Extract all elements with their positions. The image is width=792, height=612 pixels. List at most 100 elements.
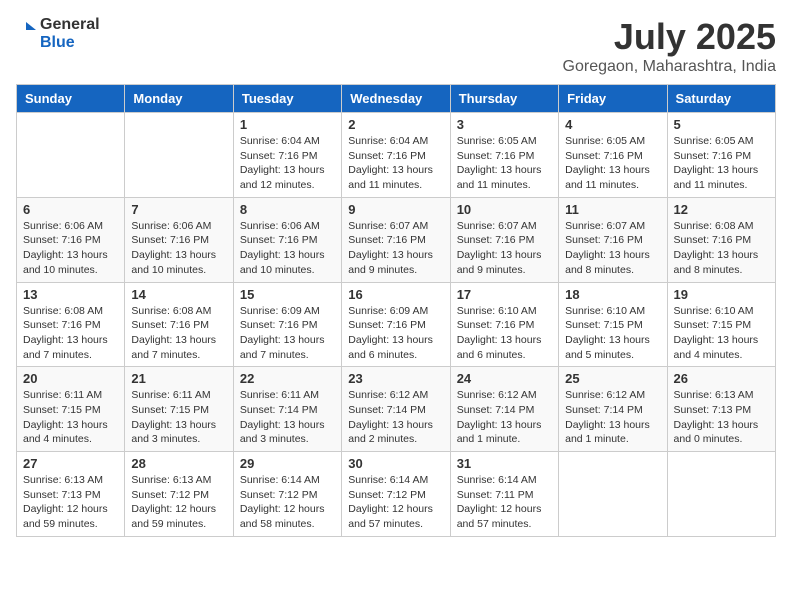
day-info: Sunrise: 6:05 AM Sunset: 7:16 PM Dayligh…: [565, 134, 660, 193]
calendar-week-row: 27 Sunrise: 6:13 AM Sunset: 7:13 PM Dayli…: [17, 452, 776, 537]
day-info: Sunrise: 6:11 AM Sunset: 7:14 PM Dayligh…: [240, 388, 335, 447]
day-info: Sunrise: 6:09 AM Sunset: 7:16 PM Dayligh…: [240, 304, 335, 363]
weekday-header: Sunday: [17, 85, 125, 113]
day-number: 5: [674, 117, 769, 132]
day-info: Sunrise: 6:12 AM Sunset: 7:14 PM Dayligh…: [565, 388, 660, 447]
calendar-cell: 27 Sunrise: 6:13 AM Sunset: 7:13 PM Dayli…: [17, 452, 125, 537]
calendar-cell: 15Sunrise: 6:09 AM Sunset: 7:16 PM Dayli…: [233, 282, 341, 367]
day-info: Sunrise: 6:11 AM Sunset: 7:15 PM Dayligh…: [131, 388, 226, 447]
day-number: 26: [674, 371, 769, 386]
calendar-cell: 12 Sunrise: 6:08 AM Sunset: 7:16 PM Dayli…: [667, 197, 775, 282]
title-area: July 2025 Goregaon, Maharashtra, India: [563, 16, 776, 76]
day-number: 6: [23, 202, 118, 217]
day-info: Sunrise: 6:12 AM Sunset: 7:14 PM Dayligh…: [457, 388, 552, 447]
calendar-cell: 18 Sunrise: 6:10 AM Sunset: 7:15 PM Dayli…: [559, 282, 667, 367]
day-number: 18: [565, 287, 660, 302]
day-number: 1: [240, 117, 335, 132]
day-info: Sunrise: 6:07 AM Sunset: 7:16 PM Dayligh…: [348, 219, 443, 278]
day-number: 4: [565, 117, 660, 132]
day-number: 12: [674, 202, 769, 217]
calendar-cell: 17 Sunrise: 6:10 AM Sunset: 7:16 PM Dayli…: [450, 282, 558, 367]
calendar-cell: 9 Sunrise: 6:07 AM Sunset: 7:16 PM Daylig…: [342, 197, 450, 282]
day-number: 31: [457, 456, 552, 471]
day-info: Sunrise: 6:14 AM Sunset: 7:12 PM Dayligh…: [240, 473, 335, 532]
weekday-header: Monday: [125, 85, 233, 113]
day-number: 30: [348, 456, 443, 471]
logo-container: General Blue: [16, 16, 100, 51]
day-info: Sunrise: 6:05 AM Sunset: 7:16 PM Dayligh…: [457, 134, 552, 193]
day-number: 13: [23, 287, 118, 302]
calendar-cell: [125, 113, 233, 198]
day-number: 27: [23, 456, 118, 471]
calendar-cell: 1 Sunrise: 6:04 AM Sunset: 7:16 PM Daylig…: [233, 113, 341, 198]
weekday-header: Thursday: [450, 85, 558, 113]
day-number: 10: [457, 202, 552, 217]
day-info: Sunrise: 6:04 AM Sunset: 7:16 PM Dayligh…: [240, 134, 335, 193]
calendar-cell: 21Sunrise: 6:11 AM Sunset: 7:15 PM Dayli…: [125, 367, 233, 452]
day-info: Sunrise: 6:14 AM Sunset: 7:12 PM Dayligh…: [348, 473, 443, 532]
header: General Blue July 2025 Goregaon, Maharas…: [16, 16, 776, 76]
calendar-cell: 8Sunrise: 6:06 AM Sunset: 7:16 PM Daylig…: [233, 197, 341, 282]
day-info: Sunrise: 6:10 AM Sunset: 7:16 PM Dayligh…: [457, 304, 552, 363]
day-number: 3: [457, 117, 552, 132]
calendar-cell: 6 Sunrise: 6:06 AM Sunset: 7:16 PM Daylig…: [17, 197, 125, 282]
location-title: Goregaon, Maharashtra, India: [563, 58, 776, 76]
calendar-cell: 31 Sunrise: 6:14 AM Sunset: 7:11 PM Dayli…: [450, 452, 558, 537]
weekday-header: Tuesday: [233, 85, 341, 113]
calendar-cell: 3 Sunrise: 6:05 AM Sunset: 7:16 PM Daylig…: [450, 113, 558, 198]
calendar-cell: [17, 113, 125, 198]
day-info: Sunrise: 6:14 AM Sunset: 7:11 PM Dayligh…: [457, 473, 552, 532]
day-number: 11: [565, 202, 660, 217]
calendar-cell: 14Sunrise: 6:08 AM Sunset: 7:16 PM Dayli…: [125, 282, 233, 367]
day-info: Sunrise: 6:05 AM Sunset: 7:16 PM Dayligh…: [674, 134, 769, 193]
day-info: Sunrise: 6:13 AM Sunset: 7:13 PM Dayligh…: [23, 473, 118, 532]
logo-blue: Blue: [40, 34, 100, 52]
day-info: Sunrise: 6:12 AM Sunset: 7:14 PM Dayligh…: [348, 388, 443, 447]
weekday-header: Saturday: [667, 85, 775, 113]
calendar: SundayMondayTuesdayWednesdayThursdayFrid…: [16, 84, 776, 537]
day-number: 24: [457, 371, 552, 386]
day-info: Sunrise: 6:04 AM Sunset: 7:16 PM Dayligh…: [348, 134, 443, 193]
day-info: Sunrise: 6:06 AM Sunset: 7:16 PM Dayligh…: [131, 219, 226, 278]
calendar-cell: 26 Sunrise: 6:13 AM Sunset: 7:13 PM Dayli…: [667, 367, 775, 452]
calendar-cell: 25 Sunrise: 6:12 AM Sunset: 7:14 PM Dayli…: [559, 367, 667, 452]
day-number: 16: [348, 287, 443, 302]
calendar-cell: 23 Sunrise: 6:12 AM Sunset: 7:14 PM Dayli…: [342, 367, 450, 452]
logo-general: General: [40, 16, 100, 34]
day-number: 19: [674, 287, 769, 302]
calendar-cell: 29 Sunrise: 6:14 AM Sunset: 7:12 PM Dayli…: [233, 452, 341, 537]
calendar-week-row: 1 Sunrise: 6:04 AM Sunset: 7:16 PM Daylig…: [17, 113, 776, 198]
calendar-cell: 2 Sunrise: 6:04 AM Sunset: 7:16 PM Daylig…: [342, 113, 450, 198]
day-number: 8: [240, 202, 335, 217]
calendar-cell: 28Sunrise: 6:13 AM Sunset: 7:12 PM Dayli…: [125, 452, 233, 537]
day-number: 23: [348, 371, 443, 386]
day-number: 29: [240, 456, 335, 471]
day-info: Sunrise: 6:10 AM Sunset: 7:15 PM Dayligh…: [565, 304, 660, 363]
day-info: Sunrise: 6:13 AM Sunset: 7:13 PM Dayligh…: [674, 388, 769, 447]
day-number: 2: [348, 117, 443, 132]
day-number: 28: [131, 456, 226, 471]
day-number: 7: [131, 202, 226, 217]
day-info: Sunrise: 6:06 AM Sunset: 7:16 PM Dayligh…: [23, 219, 118, 278]
calendar-cell: 7 Sunrise: 6:06 AM Sunset: 7:16 PM Daylig…: [125, 197, 233, 282]
day-info: Sunrise: 6:10 AM Sunset: 7:15 PM Dayligh…: [674, 304, 769, 363]
day-number: 22: [240, 371, 335, 386]
day-number: 17: [457, 287, 552, 302]
calendar-week-row: 6 Sunrise: 6:06 AM Sunset: 7:16 PM Daylig…: [17, 197, 776, 282]
logo-flag-icon: [16, 22, 36, 46]
calendar-cell: 13 Sunrise: 6:08 AM Sunset: 7:16 PM Dayli…: [17, 282, 125, 367]
calendar-cell: 19 Sunrise: 6:10 AM Sunset: 7:15 PM Dayli…: [667, 282, 775, 367]
weekday-header: Friday: [559, 85, 667, 113]
weekday-header-row: SundayMondayTuesdayWednesdayThursdayFrid…: [17, 85, 776, 113]
day-info: Sunrise: 6:11 AM Sunset: 7:15 PM Dayligh…: [23, 388, 118, 447]
calendar-cell: 5 Sunrise: 6:05 AM Sunset: 7:16 PM Daylig…: [667, 113, 775, 198]
day-info: Sunrise: 6:08 AM Sunset: 7:16 PM Dayligh…: [23, 304, 118, 363]
day-number: 20: [23, 371, 118, 386]
day-info: Sunrise: 6:08 AM Sunset: 7:16 PM Dayligh…: [674, 219, 769, 278]
calendar-cell: 24 Sunrise: 6:12 AM Sunset: 7:14 PM Dayli…: [450, 367, 558, 452]
calendar-week-row: 20 Sunrise: 6:11 AM Sunset: 7:15 PM Dayli…: [17, 367, 776, 452]
day-info: Sunrise: 6:09 AM Sunset: 7:16 PM Dayligh…: [348, 304, 443, 363]
day-number: 25: [565, 371, 660, 386]
day-number: 9: [348, 202, 443, 217]
day-info: Sunrise: 6:07 AM Sunset: 7:16 PM Dayligh…: [565, 219, 660, 278]
